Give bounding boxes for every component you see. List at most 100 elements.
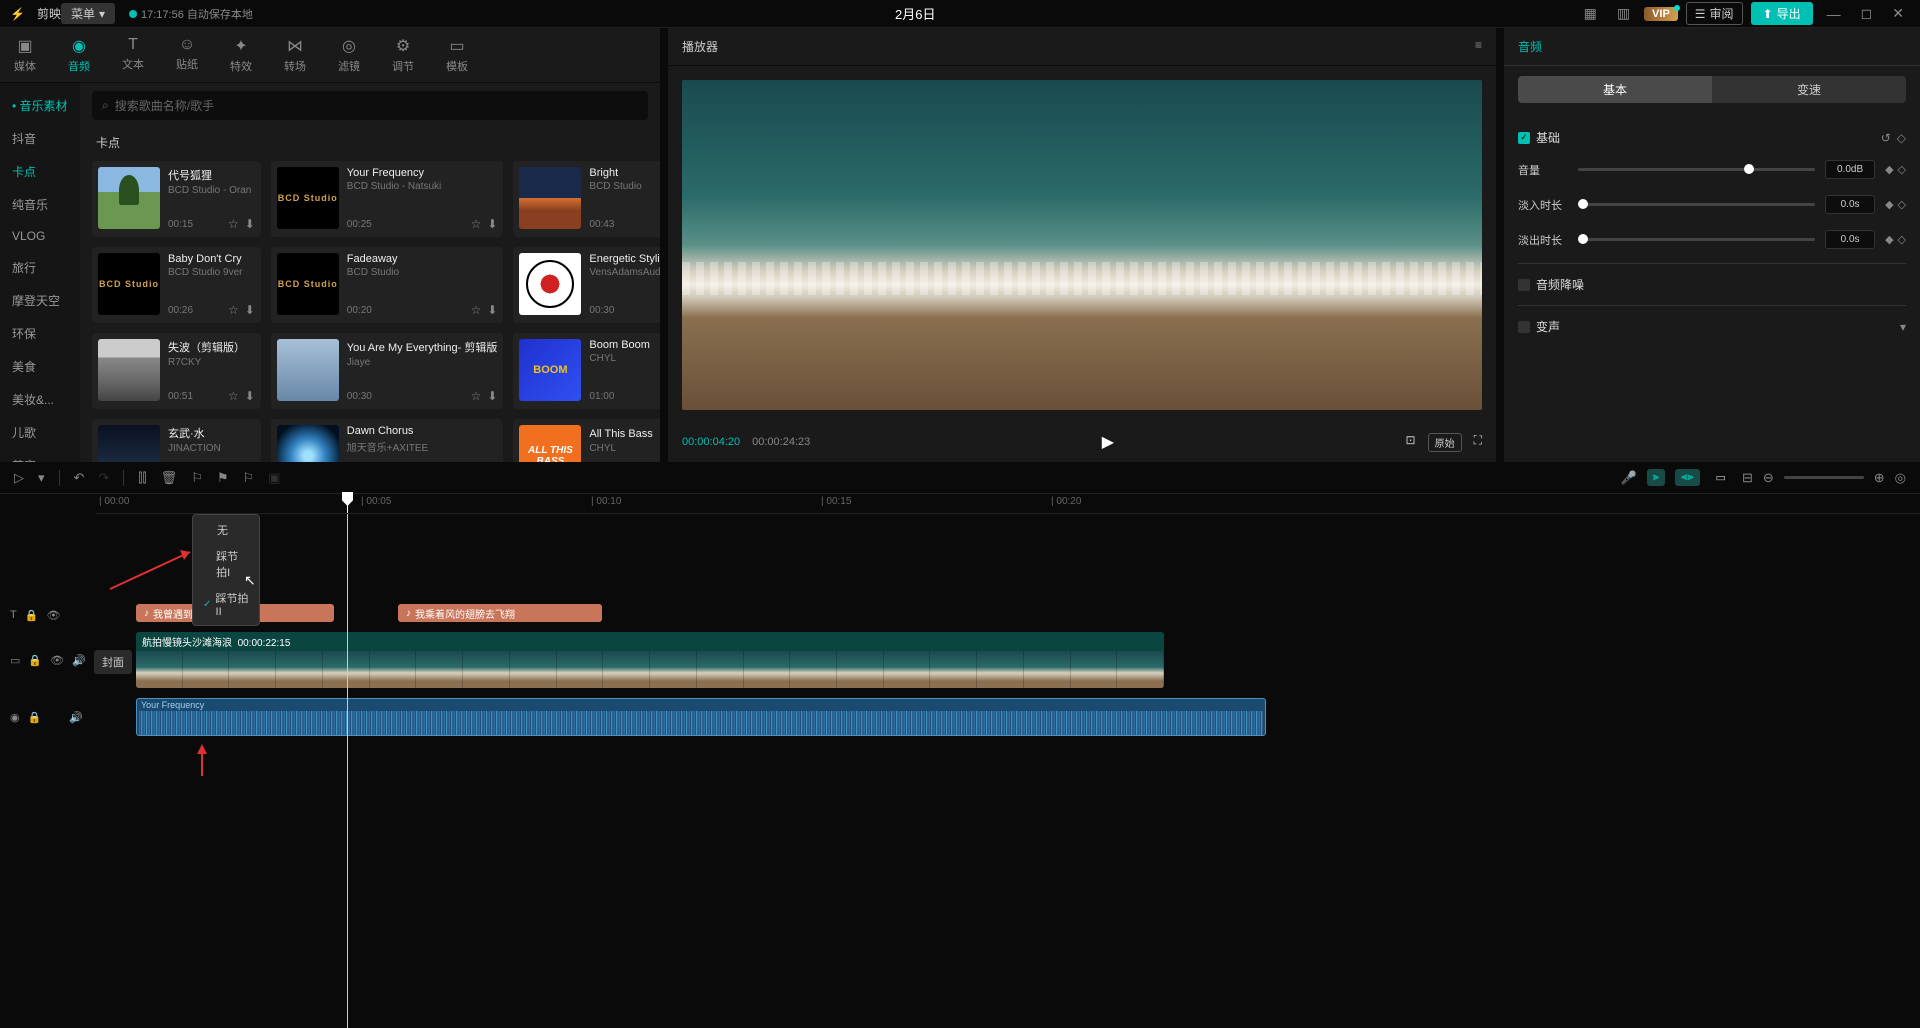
music-card-11[interactable]: ALL THIS BASSAll This Bass（Radio M...CHY… (513, 419, 660, 462)
top-tab-7[interactable]: ⚙调节 (388, 34, 418, 76)
volume-slider[interactable] (1578, 168, 1815, 171)
keyframe-icon[interactable]: ◇ (1898, 198, 1906, 211)
fadein-slider[interactable] (1578, 203, 1815, 206)
video-clip[interactable]: 航拍慢镜头沙滩海浪 00:00:22:15 (136, 632, 1164, 688)
mode-2[interactable]: ⫷⫸ (1675, 469, 1699, 486)
favorite-icon[interactable]: ☆ (228, 389, 239, 403)
music-card-5[interactable]: Energetic Stylish Future BassVensAdamsAu… (513, 247, 660, 323)
side-nav-2[interactable]: 卡点 (0, 155, 80, 188)
music-card-9[interactable]: 玄武·水JINACTION02:46☆⬇ (92, 419, 261, 462)
audio-clip[interactable]: Your Frequency (136, 698, 1266, 736)
menu-button[interactable]: 菜单 ▾ (61, 3, 115, 24)
fadeout-slider[interactable] (1578, 238, 1815, 241)
review-button[interactable]: ☰ 审阅 (1686, 2, 1743, 25)
voicechange-checkbox[interactable] (1518, 321, 1530, 333)
beat-option-none[interactable]: 无 (193, 517, 259, 543)
music-card-1[interactable]: BCD StudioYour FrequencyBCD Studio - Nat… (271, 161, 504, 237)
maximize-button[interactable]: ◻ (1855, 5, 1879, 22)
redo-button[interactable]: ↷ (98, 470, 109, 486)
stepper-icon[interactable]: ◆ (1885, 233, 1893, 246)
visibility-icon[interactable]: 👁 (46, 609, 60, 622)
mic-icon[interactable]: 🎤 (1621, 470, 1637, 486)
top-tab-8[interactable]: ▭模板 (442, 34, 472, 76)
favorite-icon[interactable]: ☆ (471, 389, 482, 403)
music-card-2[interactable]: BrightBCD Studio00:43☆⬇ (513, 161, 660, 237)
minimize-button[interactable]: — (1821, 6, 1847, 22)
mute-icon[interactable]: 🔊 (72, 654, 86, 667)
align-icon[interactable]: ⊟ (1742, 470, 1753, 486)
side-nav-5[interactable]: 旅行 (0, 251, 80, 284)
stepper-icon[interactable]: ◆ (1885, 163, 1893, 176)
music-card-8[interactable]: BOOMBoom BoomCHYL01:00☆⬇ (513, 333, 660, 409)
download-icon[interactable]: ⬇ (245, 217, 255, 231)
lock-icon[interactable]: 🔒 (28, 711, 42, 724)
cover-button[interactable]: 封面 (94, 650, 132, 674)
tab-basic[interactable]: 基本 (1518, 76, 1712, 103)
top-tab-2[interactable]: T文本 (118, 34, 148, 76)
fit-icon[interactable]: ◎ (1895, 470, 1906, 486)
side-nav-0[interactable]: • 音乐素材 (0, 89, 80, 122)
fadein-value[interactable]: 0.0s (1825, 195, 1875, 214)
mode-1[interactable]: ⫸ (1647, 469, 1665, 486)
beat-option-2[interactable]: ✓踩节拍II (193, 585, 259, 623)
side-nav-9[interactable]: 美妆&... (0, 383, 80, 416)
music-card-10[interactable]: Dawn Chorus旭天音乐+AXITEE02:59☆⬇ (271, 419, 504, 462)
preview-video[interactable] (682, 80, 1482, 410)
top-tab-1[interactable]: ◉音频 (64, 34, 94, 76)
layout-icon-1[interactable]: ▦ (1578, 5, 1603, 22)
side-nav-6[interactable]: 摩登天空 (0, 284, 80, 317)
undo-button[interactable]: ↶ (74, 470, 85, 486)
tab-speed[interactable]: 变速 (1712, 76, 1906, 103)
crop-tool[interactable]: ▣ (268, 470, 280, 486)
favorite-icon[interactable]: ☆ (471, 217, 482, 231)
top-tab-6[interactable]: ◎滤镜 (334, 34, 364, 76)
delete-tool[interactable]: 🗑 (161, 470, 178, 486)
chevron-down-icon[interactable]: ▾ (38, 470, 45, 486)
zoom-in[interactable]: ⊕ (1874, 470, 1885, 486)
play-button[interactable]: ▶ (822, 432, 1393, 452)
cursor-tool[interactable]: ▷ (14, 470, 24, 486)
focus-icon[interactable]: ⊡ (1406, 433, 1416, 452)
download-icon[interactable]: ⬇ (487, 217, 497, 231)
music-card-6[interactable]: 失波（剪辑版）R7CKY00:51☆⬇ (92, 333, 261, 409)
side-nav-4[interactable]: VLOG (0, 221, 80, 251)
denoise-checkbox[interactable] (1518, 279, 1530, 291)
music-card-3[interactable]: BCD StudioBaby Don't CryBCD Studio 9ver0… (92, 247, 261, 323)
side-nav-11[interactable]: 萌宠 (0, 449, 80, 462)
lock-icon[interactable]: 🔒 (25, 609, 39, 622)
music-card-7[interactable]: You Are My Everything- 剪辑版Jiaye00:30☆⬇ (271, 333, 504, 409)
keyframe-icon[interactable]: ◇ (1897, 131, 1906, 145)
reset-icon[interactable]: ↺ (1881, 131, 1891, 145)
text-clip-2[interactable]: ♪我乘着风的翅膀去飞翔 (398, 604, 602, 622)
split-tool[interactable]: ⫿⫿ (138, 470, 146, 486)
side-nav-1[interactable]: 抖音 (0, 122, 80, 155)
flag-tool-2[interactable]: ⚑ (217, 470, 229, 486)
download-icon[interactable]: ⬇ (245, 389, 255, 403)
stepper-icon[interactable]: ◆ (1885, 198, 1893, 211)
favorite-icon[interactable]: ☆ (228, 303, 239, 317)
export-button[interactable]: ⬆ 导出 (1751, 2, 1813, 25)
ratio-button[interactable]: 原始 (1428, 433, 1462, 452)
side-nav-7[interactable]: 环保 (0, 317, 80, 350)
mode-3[interactable]: ▭ (1710, 469, 1732, 486)
preview-menu-icon[interactable]: ≡ (1475, 38, 1482, 55)
top-tab-5[interactable]: ⋈转场 (280, 34, 310, 76)
expand-icon[interactable]: ▾ (1900, 320, 1906, 334)
search-input[interactable]: ⌕搜索歌曲名称/歌手 (92, 91, 648, 120)
download-icon[interactable]: ⬇ (487, 303, 497, 317)
download-icon[interactable]: ⬇ (245, 303, 255, 317)
mute-icon[interactable]: 🔊 (69, 711, 83, 724)
music-card-4[interactable]: BCD StudioFadeawayBCD Studio00:20☆⬇ (271, 247, 504, 323)
visibility-icon[interactable]: 👁 (50, 654, 64, 667)
flag-tool-3[interactable]: ⚐ (243, 470, 255, 486)
fadeout-value[interactable]: 0.0s (1825, 230, 1875, 249)
top-tab-3[interactable]: ☺贴纸 (172, 34, 202, 76)
side-nav-3[interactable]: 纯音乐 (0, 188, 80, 221)
zoom-out[interactable]: ⊖ (1763, 470, 1774, 486)
side-nav-10[interactable]: 儿歌 (0, 416, 80, 449)
favorite-icon[interactable]: ☆ (228, 217, 239, 231)
vip-badge[interactable]: VIP (1644, 7, 1678, 21)
flag-tool-1[interactable]: ⚐ (191, 470, 203, 486)
zoom-slider[interactable] (1784, 476, 1864, 479)
volume-value[interactable]: 0.0dB (1825, 160, 1875, 179)
